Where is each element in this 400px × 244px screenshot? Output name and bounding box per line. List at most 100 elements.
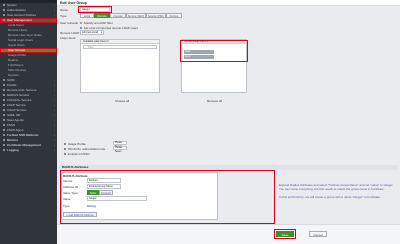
sidebar-item-label: Devices (8, 73, 19, 77)
option-select-label: Set a list of imported remote LDAP users (83, 25, 138, 30)
type-tab[interactable]: Service (PSK) (146, 12, 166, 18)
value-input[interactable]: Isluger (87, 196, 147, 201)
sidebar-item-label: Local Users (8, 23, 24, 27)
menu-icon (3, 149, 5, 152)
menu-icon (3, 129, 5, 132)
menu-icon (3, 9, 5, 12)
sidebar-item-label: SAML IdP (7, 113, 21, 117)
option-specify[interactable]: Specify an LDAP filter (80, 21, 113, 25)
sidebar-item-label: System (7, 3, 18, 7)
user-retrieval-label: User retrieval (60, 21, 78, 25)
option-select[interactable]: Set a list of imported remote LDAP users (80, 26, 138, 30)
sidebar-item-label: FSSO (7, 123, 16, 127)
dynamic-button[interactable]: Dynamic (99, 189, 113, 195)
menu-icon (3, 94, 5, 97)
menu-icon (3, 4, 5, 7)
chevron-right-icon: › (54, 148, 55, 152)
sidebar-item-label: User Account Policies (7, 13, 37, 17)
attribute-label: Attribute ID (63, 185, 79, 189)
include-fsso-text: Include in FSSO (67, 152, 90, 156)
search-icon: ⌕ (84, 45, 86, 50)
menu-icon (3, 119, 5, 122)
usage-profile-label: Usage Profile (64, 142, 86, 146)
type-label: Type (60, 14, 67, 18)
include-fsso-checkbox[interactable] (64, 153, 67, 156)
choose-all-link[interactable]: Choose all (115, 99, 129, 103)
main-panel: Edit User Group Name Isluger Type Local R… (57, 0, 400, 244)
type-tab[interactable]: Firewall (110, 12, 126, 18)
tacacs-text: TACACS+ authorization rule (67, 147, 106, 151)
sidebar-item-label: SCIM (7, 78, 15, 82)
usage-profile-checkbox[interactable] (64, 143, 67, 146)
static-button[interactable]: Static (87, 189, 99, 195)
sidebar-item-label: Usage Profile (8, 53, 27, 57)
available-count: 0 (107, 40, 109, 43)
sidebar-item-label: Guest Users (8, 43, 25, 47)
menu-icon (3, 19, 5, 22)
menu-icon (3, 84, 5, 87)
add-radius-attribute-button[interactable]: + Add RADIUS Attribute (63, 212, 97, 217)
note-paragraph: Expand Radius Attributes and select "For… (279, 183, 394, 191)
sidebar: System › Authentication › User Account Polic… (0, 0, 57, 244)
chosen-users-highlight (180, 40, 248, 62)
sidebar-item-label: Realms (8, 58, 19, 62)
sidebar-item-label: LDAP Service (7, 103, 26, 107)
menu-icon (3, 14, 5, 17)
radio-selected-icon (80, 26, 83, 29)
available-users-header: Available Ldap Users 0 (81, 40, 159, 44)
chevron-down-icon: ▾ (100, 31, 102, 34)
include-fsso: Include in FSSO (64, 152, 90, 156)
sidebar-item[interactable]: Logging › (0, 148, 57, 153)
sidebar-menu: System › Authentication › User Account Polic… (0, 3, 57, 153)
menu-icon (3, 139, 5, 142)
footer-bar: Save Cancel (57, 224, 400, 244)
sidebar-item-label: User Groups (8, 48, 26, 52)
menu-icon (3, 89, 5, 92)
ldap-users-label: Ldap Users (60, 36, 76, 40)
type-tab[interactable]: Remote (94, 12, 110, 18)
available-header-text: Available Ldap Users (83, 40, 107, 43)
menu-icon (3, 124, 5, 127)
menu-icon (3, 114, 5, 117)
sidebar-item-label: TACACS+ Service (7, 98, 32, 102)
attribute-select[interactable]: Fortinet-Group-Name (87, 184, 121, 189)
filter-input[interactable]: Filter (83, 45, 157, 49)
type-tab[interactable]: Service (SEO) (126, 12, 146, 18)
sidebar-item-label: Remote User Sync Rules (8, 33, 42, 37)
tacacs-select[interactable]: Please Select (113, 146, 127, 153)
type-tab[interactable]: Local (80, 12, 94, 18)
remove-all-link[interactable]: Remove all (207, 99, 222, 103)
name-label: Name (60, 8, 69, 12)
sidebar-item-label: MAC Devices (8, 68, 27, 72)
sidebar-item-label: Remote Auth. Servers (7, 88, 37, 92)
cancel-button[interactable]: Cancel (309, 231, 327, 237)
sidebar-item-label: Logging (7, 148, 19, 152)
menu-icon (3, 134, 5, 137)
radius-type-label: Type (63, 204, 70, 208)
note-paragraph: In this technical tip, we will create a … (279, 195, 381, 199)
menu-icon (3, 144, 5, 147)
remote-ldap-select[interactable]: AD (test.local) ▾ (80, 30, 104, 35)
sidebar-item-label: FSCP Agent (7, 128, 24, 132)
remote-ldap-value: AD (test.local) (82, 31, 99, 34)
radio-icon (80, 22, 83, 25)
vendor-label: Vendor (63, 179, 73, 183)
sidebar-item-label: Authentication (7, 8, 27, 12)
sidebar-item-label: FortiTokens (8, 63, 24, 67)
value-type-label: Value Type (63, 191, 78, 195)
menu-icon (3, 99, 5, 102)
type-tab[interactable]: Fortinet (166, 12, 182, 18)
sidebar-item-label: Fortinet SSO Methods (7, 133, 39, 137)
available-users-panel: Available Ldap Users 0 Filter ⌕ (80, 39, 160, 93)
usage-profile-select[interactable]: Please Select (113, 141, 127, 148)
sidebar-item-label: Scan Agents (7, 118, 24, 122)
value-label: Value (63, 197, 71, 201)
usage-profile-text: Usage Profile (67, 142, 86, 146)
radius-heading: RADIUS Attribute (63, 174, 88, 178)
sidebar-item-label: Portals (7, 83, 17, 87)
vendor-select[interactable]: Fortinet (87, 178, 121, 183)
tacacs-checkbox[interactable] (64, 148, 67, 151)
sidebar-item-label: Social Login Users (8, 38, 34, 42)
sidebar-item-label: RADIUS Service (7, 93, 30, 97)
menu-icon (3, 109, 5, 112)
